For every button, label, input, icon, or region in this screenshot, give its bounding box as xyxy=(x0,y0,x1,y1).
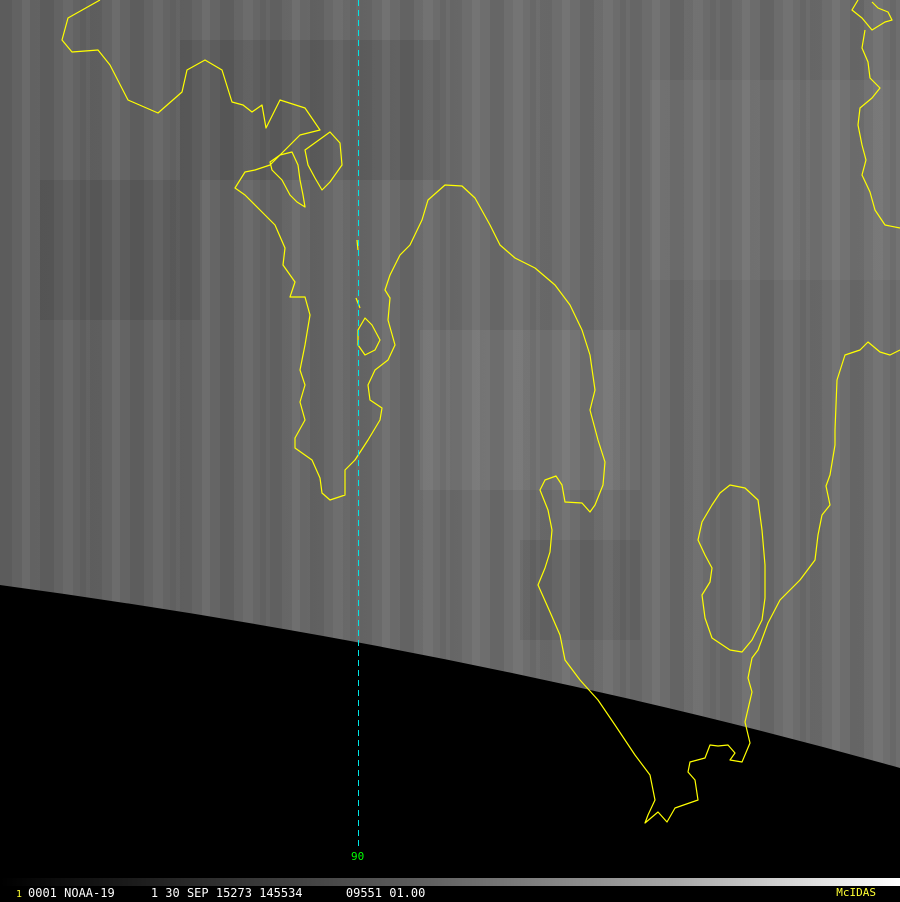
meridian-label: 90 xyxy=(351,850,364,863)
mcidas-brand-label: McIDAS xyxy=(836,886,876,899)
image-viewport[interactable]: 90 xyxy=(0,0,900,900)
status-bar: 1 0001 NOAA-19 1 30 SEP 15273 145534 095… xyxy=(0,878,900,900)
satellite-image: 90 xyxy=(0,0,900,900)
grayscale-strip xyxy=(0,878,900,886)
image-info-line: 0001 NOAA-19 1 30 SEP 15273 145534 09551… xyxy=(28,886,426,900)
